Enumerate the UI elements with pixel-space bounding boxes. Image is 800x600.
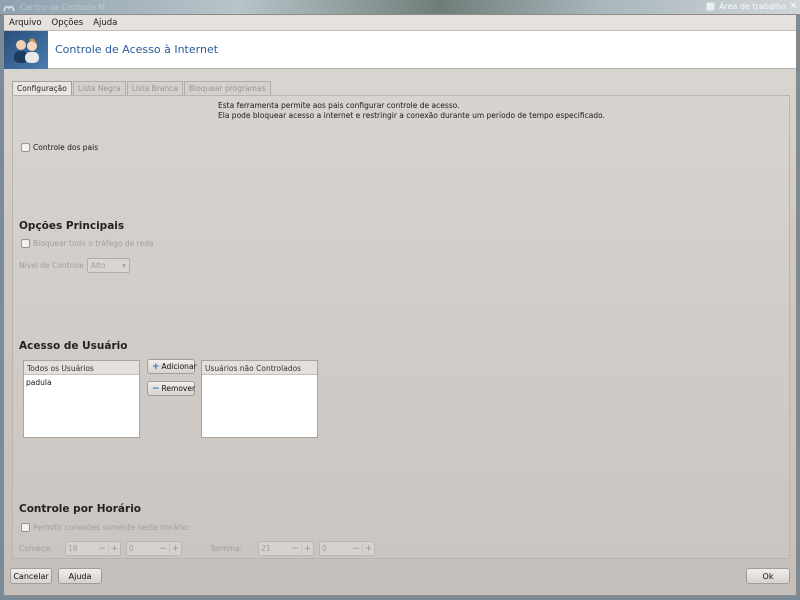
- schedule-title: Controle por Horário: [19, 503, 142, 515]
- all-users-list[interactable]: Todos os Usuários padula: [23, 360, 140, 438]
- plus-icon[interactable]: +: [169, 543, 181, 554]
- allow-schedule-row: Permitir conexões somente neste horário:: [21, 523, 190, 532]
- workspace-icon: [706, 2, 715, 11]
- minus-icon[interactable]: −: [289, 544, 301, 554]
- tab-lista-branca[interactable]: Lista Branca: [126, 81, 183, 95]
- add-user-button[interactable]: + Adicionar: [147, 359, 197, 374]
- chevron-down-icon: ▾: [121, 261, 126, 270]
- main-options-title: Opções Principais: [19, 220, 125, 232]
- block-all-checkbox[interactable]: [21, 239, 30, 248]
- workspace-indicator[interactable]: Área de trabalho: [706, 2, 786, 11]
- tab-bar: Configuração Lista Negra Lista Branca Bl…: [12, 81, 271, 95]
- control-level-row: Nível de Controle Alto ▾: [19, 258, 130, 273]
- minus-icon: −: [152, 383, 160, 394]
- close-icon[interactable]: ×: [789, 1, 797, 11]
- menu-opcoes[interactable]: Opções: [52, 18, 84, 28]
- plus-icon: +: [152, 361, 160, 372]
- tool-description: Esta ferramenta permite aos pais configu…: [218, 101, 605, 121]
- end-label: Termina:: [210, 544, 243, 553]
- control-level-label: Nível de Controle: [19, 261, 84, 270]
- start-hour-value: 18: [68, 544, 78, 553]
- app-window: Arquivo Opções Ajuda Controle de Acesso …: [3, 14, 797, 596]
- parental-control-row: Controle dos pais: [21, 143, 98, 152]
- all-users-header[interactable]: Todos os Usuários: [24, 361, 139, 375]
- configuration-panel: Esta ferramenta permite aos pais configu…: [12, 95, 790, 559]
- plus-icon[interactable]: +: [362, 543, 374, 554]
- minus-icon[interactable]: −: [350, 544, 362, 554]
- menubar: Arquivo Opções Ajuda: [4, 15, 796, 31]
- parental-control-label: Controle dos pais: [33, 143, 99, 152]
- help-button[interactable]: Ajuda: [58, 568, 102, 584]
- menu-arquivo[interactable]: Arquivo: [9, 18, 42, 28]
- list-item[interactable]: padula: [24, 375, 139, 390]
- uncontrolled-users-list[interactable]: Usuários não Controlados: [201, 360, 318, 438]
- cancel-button[interactable]: Cancelar: [10, 568, 52, 584]
- control-level-value: Alto: [90, 261, 106, 270]
- window-title: Centro de Controle M: [20, 2, 106, 12]
- plus-icon[interactable]: +: [301, 543, 313, 554]
- tab-bloquear-programas[interactable]: Bloquear programas: [183, 81, 271, 95]
- end-hour-value: 21: [261, 544, 271, 553]
- ok-button[interactable]: Ok: [746, 568, 790, 584]
- workspace-label: Área de trabalho: [719, 2, 786, 11]
- allow-schedule-checkbox[interactable]: [21, 523, 30, 532]
- tab-lista-negra[interactable]: Lista Negra: [72, 81, 126, 95]
- end-minute-value: 0: [322, 544, 327, 553]
- menu-ajuda[interactable]: Ajuda: [93, 18, 117, 28]
- header-banner: Controle de Acesso à Internet: [4, 30, 796, 69]
- block-all-label: Bloquear todo o tráfego de rede: [33, 239, 154, 248]
- users-icon: [4, 30, 48, 69]
- schedule-times-row: Começa: 18 − + 0 − + Termina: 21 − + 0 −…: [19, 541, 375, 556]
- block-all-row: Bloquear todo o tráfego de rede: [21, 239, 154, 248]
- parental-control-checkbox[interactable]: [21, 143, 30, 152]
- start-label: Começa:: [19, 544, 52, 553]
- minus-icon[interactable]: −: [96, 544, 108, 554]
- page-title: Controle de Acesso à Internet: [55, 43, 219, 56]
- end-minute-spinner[interactable]: 0 − +: [319, 541, 375, 556]
- minus-icon[interactable]: −: [157, 544, 169, 554]
- start-hour-spinner[interactable]: 18 − +: [65, 541, 121, 556]
- start-minute-value: 0: [129, 544, 134, 553]
- window-titlebar[interactable]: Centro de Controle M Área de trabalho ×: [0, 0, 800, 14]
- user-access-title: Acesso de Usuário: [19, 340, 128, 352]
- mageia-logo-icon: [3, 5, 15, 11]
- description-line-2: Ela pode bloquear acesso a internet e re…: [218, 111, 605, 120]
- start-minute-spinner[interactable]: 0 − +: [126, 541, 182, 556]
- tab-configuracao[interactable]: Configuração: [12, 81, 72, 95]
- allow-schedule-label: Permitir conexões somente neste horário:: [33, 523, 190, 532]
- remove-user-button[interactable]: − Remover: [147, 381, 195, 396]
- plus-icon[interactable]: +: [108, 543, 120, 554]
- end-hour-spinner[interactable]: 21 − +: [258, 541, 314, 556]
- uncontrolled-users-header[interactable]: Usuários não Controlados: [202, 361, 317, 375]
- control-level-select[interactable]: Alto ▾: [86, 258, 130, 273]
- add-user-label: Adicionar: [161, 362, 197, 371]
- description-line-1: Esta ferramenta permite aos pais configu…: [218, 101, 460, 110]
- remove-user-label: Remover: [161, 384, 196, 393]
